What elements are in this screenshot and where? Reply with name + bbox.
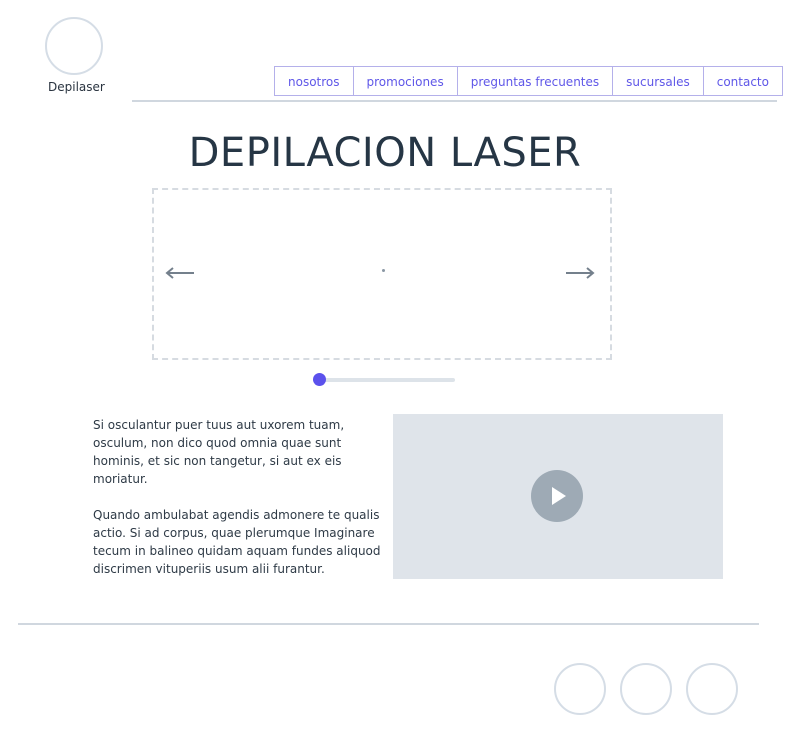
arrow-left-icon[interactable] bbox=[165, 265, 195, 279]
social-icon-2[interactable] bbox=[620, 663, 672, 715]
main-nav: nosotros promociones preguntas frecuente… bbox=[274, 66, 783, 96]
logo-text[interactable]: Depilaser bbox=[48, 80, 105, 94]
page-title: DEPILACION LASER bbox=[188, 130, 582, 176]
footer-divider bbox=[18, 623, 759, 625]
slider-track[interactable] bbox=[317, 378, 455, 382]
nav-item-nosotros[interactable]: nosotros bbox=[274, 66, 354, 96]
logo-image[interactable] bbox=[45, 17, 103, 75]
carousel-slider[interactable] bbox=[313, 373, 457, 387]
arrow-right-icon[interactable] bbox=[565, 265, 595, 279]
nav-item-preguntas-frecuentes[interactable]: preguntas frecuentes bbox=[456, 66, 614, 96]
social-icon-1[interactable] bbox=[554, 663, 606, 715]
play-icon[interactable] bbox=[531, 470, 583, 522]
paragraph-2: Quando ambulabat agendis admonere te qua… bbox=[93, 508, 381, 576]
nav-item-contacto[interactable]: contacto bbox=[702, 66, 783, 96]
header-divider bbox=[132, 100, 777, 102]
social-icon-3[interactable] bbox=[686, 663, 738, 715]
paragraph-1: Si osculantur puer tuus aut uxorem tuam,… bbox=[93, 418, 345, 486]
image-carousel bbox=[152, 188, 612, 360]
content-text: Si osculantur puer tuus aut uxorem tuam,… bbox=[93, 416, 383, 596]
nav-item-promociones[interactable]: promociones bbox=[352, 66, 458, 96]
slider-thumb[interactable] bbox=[313, 373, 326, 386]
carousel-placeholder-dot bbox=[382, 269, 385, 272]
nav-item-sucursales[interactable]: sucursales bbox=[612, 66, 704, 96]
video-player[interactable] bbox=[393, 414, 723, 579]
